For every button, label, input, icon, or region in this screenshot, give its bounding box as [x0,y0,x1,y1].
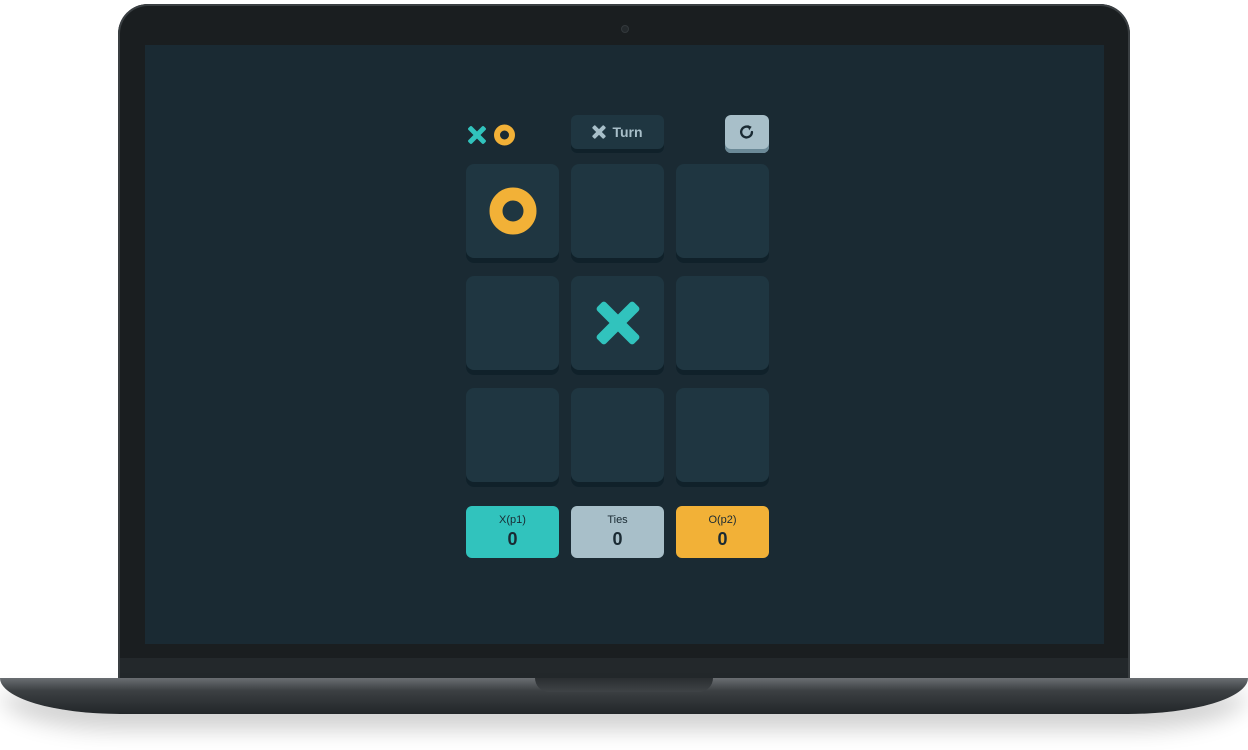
tic-tac-toe-game: Turn X(p1) 0 Ties 0 O(p2) 0 [466,115,769,558]
score-x-label: X(p1) [499,514,526,526]
cell-4[interactable] [466,276,559,375]
x-icon [592,125,607,139]
score-o-label: O(p2) [708,514,737,526]
cell-1[interactable] [466,164,559,263]
scoreboard: X(p1) 0 Ties 0 O(p2) 0 [466,506,769,558]
cell-5[interactable] [571,276,664,375]
restart-button[interactable] [725,115,769,153]
game-header: Turn [466,115,769,153]
score-x: X(p1) 0 [466,506,559,558]
laptop-notch [535,678,713,692]
cell-6[interactable] [676,276,769,375]
score-x-value: 0 [507,529,518,549]
score-ties-value: 0 [612,529,623,549]
turn-label: Turn [612,124,643,140]
laptop-chin [120,658,1128,678]
cell-3[interactable] [676,164,769,263]
turn-indicator: Turn [571,115,664,153]
cell-7[interactable] [466,388,559,487]
restart-icon [739,124,754,139]
score-ties-label: Ties [607,514,628,526]
cell-8[interactable] [571,388,664,487]
laptop-camera [621,25,629,33]
screen: Turn X(p1) 0 Ties 0 O(p2) 0 [145,45,1104,644]
score-o-value: 0 [717,529,728,549]
score-o: O(p2) 0 [676,506,769,558]
xo-logo [468,124,515,146]
cell-2[interactable] [571,164,664,263]
o-mark-icon [489,187,536,235]
game-board [466,164,769,487]
cell-9[interactable] [676,388,769,487]
score-ties: Ties 0 [571,506,664,558]
x-mark-icon [596,301,639,345]
